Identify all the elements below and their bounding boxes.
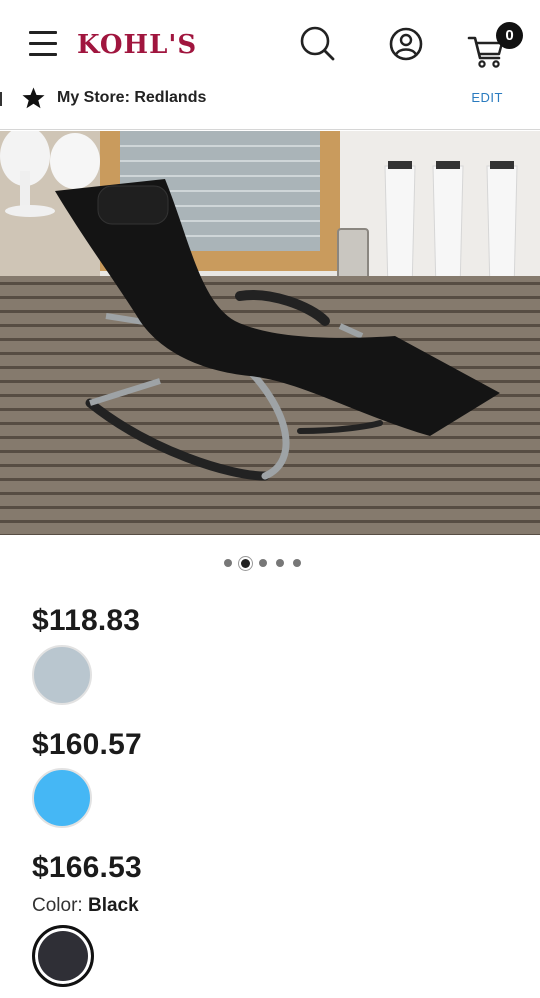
price-label: $118.83 <box>32 604 141 637</box>
search-icon[interactable] <box>298 24 338 64</box>
price-label: $160.57 <box>32 728 142 761</box>
image-carousel-dots <box>224 557 301 569</box>
kohls-logo[interactable]: KOHL'S <box>77 31 197 59</box>
edit-store-link[interactable]: EDIT <box>471 89 503 107</box>
color-label: Color: <box>32 895 83 916</box>
account-icon[interactable] <box>386 24 426 64</box>
color-swatch-blue[interactable] <box>32 768 92 828</box>
cart-button[interactable]: 0 <box>466 22 526 68</box>
rocking-lounge-chair-photo <box>0 131 540 535</box>
color-swatch-gray[interactable] <box>32 645 92 705</box>
my-store-label[interactable]: My Store: Redlands <box>57 87 206 109</box>
carousel-dot[interactable] <box>224 559 232 567</box>
carousel-dot[interactable] <box>276 559 284 567</box>
carousel-dot[interactable] <box>293 559 301 567</box>
carousel-dot-active[interactable] <box>241 558 250 568</box>
color-value: Black <box>87 895 139 916</box>
site-header: KOHL'S 0 <box>0 0 540 86</box>
price-label: $166.53 <box>32 851 142 884</box>
product-image[interactable] <box>0 131 540 535</box>
selected-color-label: Color: Black <box>32 895 139 917</box>
color-swatch-black[interactable] <box>32 925 94 987</box>
cart-count-badge: 0 <box>496 22 523 49</box>
hamburger-menu-icon[interactable] <box>29 30 57 58</box>
carousel-dot[interactable] <box>259 559 267 567</box>
